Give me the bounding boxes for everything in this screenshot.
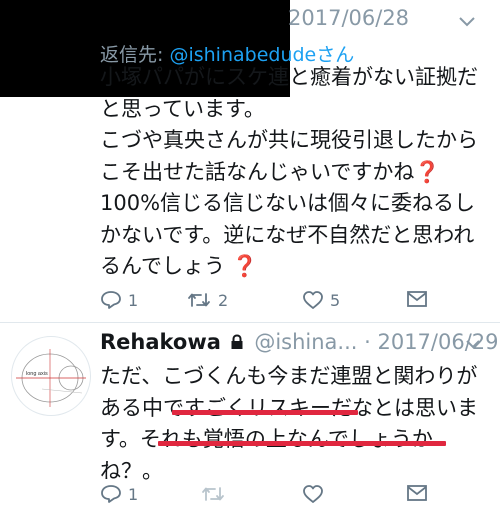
- chevron-down-icon[interactable]: [458, 16, 476, 28]
- red-underline-annotation: [172, 410, 358, 415]
- reply-icon: [101, 485, 121, 503]
- text-line: こそ出せた話なんじゃいですかね❓: [100, 157, 495, 189]
- question-mark-emoji: ❓: [231, 254, 258, 278]
- avatar[interactable]: long axis: [11, 336, 91, 416]
- retweet-count: 2: [218, 290, 229, 310]
- reply-icon: [101, 291, 121, 309]
- tweet-text: 小塚パパがにスケ連と癒着がない証拠だ と思っています。 こづや真央さんが共に現役…: [100, 62, 495, 283]
- text-line: こづや真央さんが共に現役引退したから: [100, 128, 478, 152]
- user-handle[interactable]: @ishina...: [254, 330, 357, 354]
- tweet-text: ただ、こづくんも今まだ連盟と関わりが ある中ですごくリスキーだなとは思いま す。…: [100, 361, 495, 487]
- text-line: かないです。逆になぜ不自然だと思われ: [100, 222, 475, 247]
- tweet-divider: [0, 322, 500, 323]
- text-segment: るんでしょう: [100, 254, 232, 278]
- red-underline-annotation: [158, 441, 446, 446]
- text-line: るんでしょう ❓: [100, 251, 495, 283]
- question-mark-emoji: ❓: [414, 159, 441, 184]
- tweet-timestamp[interactable]: 2017/06/28: [288, 6, 409, 30]
- like-button[interactable]: [302, 484, 324, 504]
- text-segment: こそ出せた話なんじゃいですかね: [100, 159, 415, 184]
- tweet-actions: 1: [100, 484, 460, 508]
- tweet-actions: 1 2 5: [100, 290, 460, 314]
- heart-icon: [303, 485, 323, 503]
- retweet-button[interactable]: [200, 484, 226, 504]
- text-line: 小塚パパがにスケ連と癒着がない証拠だ: [100, 65, 478, 89]
- text-line: ある中ですごくリスキーだなとは思いま: [100, 395, 478, 420]
- text-line: 100%信じる信じないは個々に委ねるし: [100, 191, 476, 215]
- dm-button[interactable]: [406, 290, 428, 308]
- tweet-header: Rehakowa @ishina... · 2017/06/29: [100, 330, 499, 354]
- retweet-icon: [202, 487, 224, 501]
- display-name[interactable]: Rehakowa: [100, 330, 221, 354]
- text-line: す。それも覚悟の上なんでしょうか: [100, 427, 433, 451]
- lock-icon: [231, 334, 243, 349]
- text-line: ただ、こづくんも今まだ連盟と関わりが: [100, 364, 478, 388]
- like-button[interactable]: 5: [302, 290, 340, 310]
- retweet-button[interactable]: 2: [186, 290, 228, 310]
- text-line: と思っています。: [100, 96, 265, 121]
- reply-count: 1: [128, 290, 139, 310]
- text-line: ね？。: [100, 458, 163, 483]
- reply-button[interactable]: 1: [100, 484, 138, 504]
- ellipse-diagram-avatar-image: long axis: [16, 349, 86, 407]
- retweet-icon: [188, 293, 210, 307]
- reply-count: 1: [128, 484, 139, 504]
- avatar-text: long axis: [26, 371, 48, 377]
- heart-icon: [303, 291, 323, 309]
- reply-button[interactable]: 1: [100, 290, 138, 310]
- dm-button[interactable]: [406, 484, 428, 502]
- envelope-icon: [407, 485, 427, 501]
- chevron-down-icon[interactable]: [466, 340, 480, 350]
- like-count: 5: [330, 290, 341, 310]
- envelope-icon: [407, 291, 427, 307]
